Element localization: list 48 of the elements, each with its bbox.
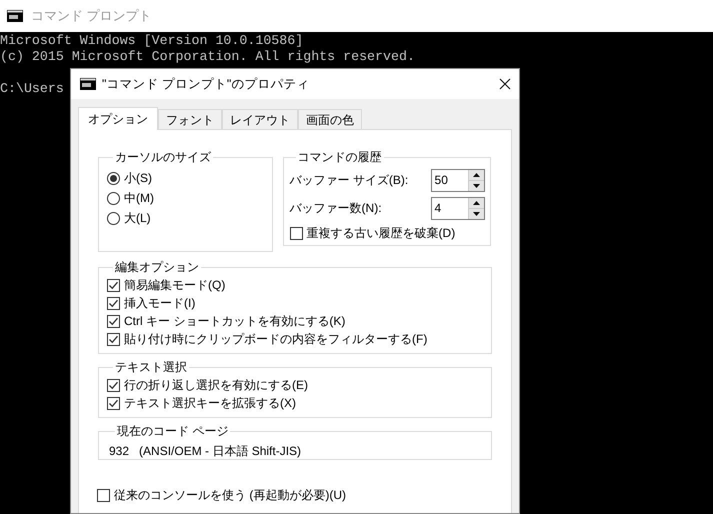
radio-label: 大(L) <box>124 210 151 227</box>
number-spinner[interactable]: 4 <box>430 196 485 220</box>
window-title: コマンド プロンプト <box>31 7 152 26</box>
tab[interactable]: レイアウト <box>222 109 298 129</box>
radio-button[interactable] <box>107 212 120 224</box>
radio-label: 中(M) <box>124 190 154 207</box>
radio-button[interactable] <box>107 192 120 204</box>
close-icon[interactable] <box>499 78 511 90</box>
console-prompt: C:\Users <box>0 81 64 97</box>
tab[interactable]: フォント <box>158 109 222 129</box>
checkbox[interactable] <box>107 278 120 292</box>
field-label: バッファー サイズ(B): <box>290 172 410 189</box>
group-label: テキスト選択 <box>114 359 188 376</box>
checkbox-label: 行の折り返し選択を有効にする(E) <box>124 377 308 394</box>
checkbox[interactable] <box>107 296 120 310</box>
spin-down-icon[interactable] <box>468 180 484 190</box>
code-page-value: 932 (ANSI/OEM - 日本語 Shift-JIS) <box>109 444 302 458</box>
console-line: (c) 2015 Microsoft Corporation. All rights reserved. <box>0 49 415 65</box>
group-label: 編集オプション <box>114 259 200 276</box>
group-label: カーソルのサイズ <box>114 149 212 166</box>
tab[interactable]: オプション <box>78 107 158 130</box>
checkbox-label: 重複する古い履歴を破棄(D) <box>306 225 456 242</box>
checkbox[interactable] <box>97 488 110 502</box>
tab[interactable]: 画面の色 <box>298 109 362 129</box>
spin-down-icon[interactable] <box>468 208 484 218</box>
checkbox-label: 挿入モード(I) <box>124 295 196 312</box>
checkbox[interactable] <box>107 314 120 328</box>
checkbox[interactable] <box>107 396 120 410</box>
checkbox-label: テキスト選択キーを拡張する(X) <box>124 395 296 412</box>
checkbox-label: 簡易編集モード(Q) <box>124 277 226 294</box>
group-label: 現在のコード ページ <box>116 423 230 440</box>
checkbox[interactable] <box>290 226 303 240</box>
spin-up-icon[interactable] <box>468 198 484 208</box>
radio-label: 小(S) <box>124 170 152 187</box>
radio-button[interactable] <box>107 172 120 184</box>
checkbox[interactable] <box>107 332 120 346</box>
field-label: バッファー数(N): <box>290 200 383 217</box>
checkbox-label: Ctrl キー ショートカットを有効にする(K) <box>124 313 346 330</box>
number-spinner[interactable]: 50 <box>430 168 485 192</box>
console-icon <box>7 10 23 22</box>
dialog-title: "コマンド プロンプト"のプロパティ <box>102 76 310 93</box>
console-line: Microsoft Windows [Version 10.0.10586] <box>0 33 304 49</box>
checkbox-label: 貼り付け時にクリップボードの内容をフィルターする(F) <box>124 331 428 348</box>
checkbox[interactable] <box>107 378 120 392</box>
console-icon <box>80 78 96 90</box>
checkbox-label: 従来のコンソールを使う (再起動が必要)(U) <box>114 487 346 504</box>
spin-up-icon[interactable] <box>468 170 484 180</box>
group-label: コマンドの履歴 <box>296 149 383 166</box>
